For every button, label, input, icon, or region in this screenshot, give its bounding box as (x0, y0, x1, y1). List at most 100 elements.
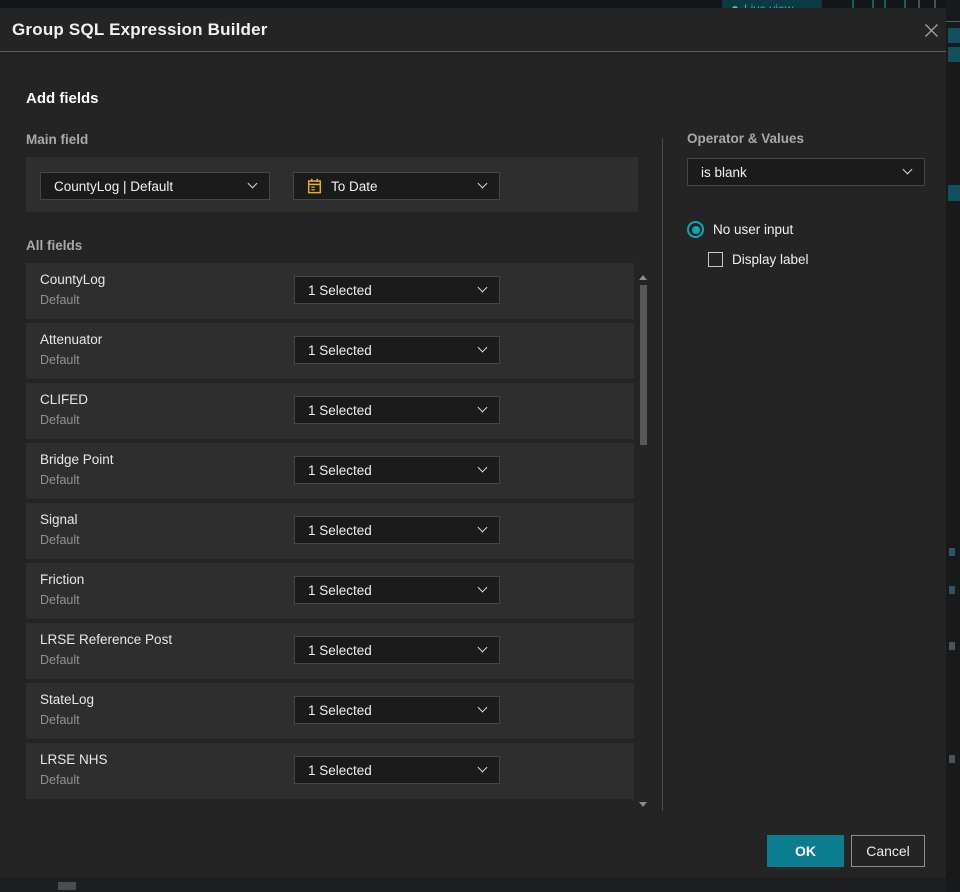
field-name: Signal (40, 512, 78, 527)
all-fields-list: CountyLog Default 1 Selected Attenuator … (26, 263, 634, 803)
chevron-down-icon (477, 582, 488, 593)
scroll-down-icon[interactable] (639, 802, 647, 807)
chevron-down-icon (902, 164, 913, 175)
column-divider (662, 138, 663, 811)
field-selected-value: 1 Selected (308, 642, 372, 658)
field-row: LRSE NHS Default 1 Selected (26, 743, 634, 799)
chevron-down-icon (247, 178, 258, 189)
field-row: Attenuator Default 1 Selected (26, 323, 634, 379)
close-icon (924, 23, 938, 37)
field-selected-value: 1 Selected (308, 582, 372, 598)
field-selected-dropdown[interactable]: 1 Selected (294, 516, 500, 544)
field-selected-dropdown[interactable]: 1 Selected (294, 276, 500, 304)
field-row: Friction Default 1 Selected (26, 563, 634, 619)
field-selected-dropdown[interactable]: 1 Selected (294, 636, 500, 664)
background-fragment (948, 47, 960, 62)
field-selected-value: 1 Selected (308, 702, 372, 718)
field-selected-dropdown[interactable]: 1 Selected (294, 696, 500, 724)
field-name: CountyLog (40, 272, 106, 287)
chevron-down-icon (477, 702, 488, 713)
background-fragment (949, 548, 955, 556)
field-row: CLIFED Default 1 Selected (26, 383, 634, 439)
field-selected-dropdown[interactable]: 1 Selected (294, 756, 500, 784)
scroll-up-icon[interactable] (639, 275, 647, 280)
background-toolbar-fragment (884, 0, 906, 8)
background-app-right-strip (946, 0, 960, 892)
field-type: Default (40, 593, 80, 607)
field-selected-value: 1 Selected (308, 522, 372, 538)
chevron-down-icon (477, 522, 488, 533)
field-selected-dropdown[interactable]: 1 Selected (294, 396, 500, 424)
chevron-down-icon (477, 342, 488, 353)
all-fields-label: All fields (26, 238, 83, 253)
field-type: Default (40, 293, 80, 307)
main-field-date-value: To Date (331, 178, 378, 194)
main-field-select-value: CountyLog | Default (54, 178, 174, 194)
display-label-label[interactable]: Display label (732, 252, 809, 267)
main-field-panel: CountyLog | Default To Date (26, 157, 638, 212)
live-view-toggle: Live view (722, 0, 822, 8)
chevron-down-icon (477, 462, 488, 473)
field-row: Signal Default 1 Selected (26, 503, 634, 559)
background-app-bottom-strip (0, 878, 946, 892)
main-field-date-select[interactable]: To Date (293, 172, 500, 200)
background-toolbar-fragment (918, 0, 936, 8)
field-row: LRSE Reference Post Default 1 Selected (26, 623, 634, 679)
field-row: CountyLog Default 1 Selected (26, 263, 634, 319)
field-name: Friction (40, 572, 85, 587)
field-name: Attenuator (40, 332, 103, 347)
field-type: Default (40, 773, 80, 787)
display-label-checkbox[interactable] (708, 252, 723, 267)
scrollbar-thumb[interactable] (640, 285, 647, 445)
add-fields-heading: Add fields (26, 90, 99, 107)
chevron-down-icon (477, 402, 488, 413)
radio-selected-dot-icon (691, 225, 700, 234)
field-name: LRSE NHS (40, 752, 108, 767)
no-user-input-label[interactable]: No user input (713, 222, 793, 237)
no-user-input-option[interactable]: No user input (687, 221, 793, 238)
field-name: StateLog (40, 692, 95, 707)
background-fragment (58, 882, 76, 890)
background-fragment (948, 185, 960, 201)
field-type: Default (40, 413, 80, 427)
main-field-label: Main field (26, 132, 89, 147)
field-name: Bridge Point (40, 452, 114, 467)
no-user-input-radio[interactable] (687, 221, 704, 238)
operator-select[interactable]: is blank (687, 158, 925, 186)
field-selected-value: 1 Selected (308, 462, 372, 478)
field-type: Default (40, 473, 80, 487)
dialog-title: Group SQL Expression Builder (12, 20, 268, 39)
chevron-down-icon (477, 282, 488, 293)
background-fragment (946, 21, 960, 22)
background-fragment (948, 28, 960, 43)
chevron-down-icon (477, 642, 488, 653)
close-button[interactable] (918, 17, 944, 43)
ok-button[interactable]: OK (767, 835, 844, 867)
calendar-icon (307, 178, 322, 194)
field-name: LRSE Reference Post (40, 632, 173, 647)
field-name: CLIFED (40, 392, 89, 407)
background-toolbar-fragment (852, 0, 874, 8)
background-fragment (949, 755, 955, 763)
field-selected-dropdown[interactable]: 1 Selected (294, 576, 500, 604)
field-type: Default (40, 713, 80, 727)
chevron-down-icon (477, 178, 488, 189)
field-row: StateLog Default 1 Selected (26, 683, 634, 739)
background-fragment (949, 586, 955, 594)
field-row: Bridge Point Default 1 Selected (26, 443, 634, 499)
cancel-button[interactable]: Cancel (851, 835, 925, 867)
operator-select-value: is blank (701, 164, 747, 180)
field-selected-value: 1 Selected (308, 342, 372, 358)
field-selected-value: 1 Selected (308, 762, 372, 778)
field-selected-dropdown[interactable]: 1 Selected (294, 456, 500, 484)
field-selected-dropdown[interactable]: 1 Selected (294, 336, 500, 364)
operator-values-label: Operator & Values (687, 131, 805, 146)
field-type: Default (40, 353, 80, 367)
main-field-select[interactable]: CountyLog | Default (40, 172, 270, 200)
chevron-down-icon (477, 762, 488, 773)
display-label-option[interactable]: Display label (708, 252, 809, 267)
background-fragment (949, 642, 955, 650)
fields-scrollbar[interactable] (636, 271, 650, 811)
field-selected-value: 1 Selected (308, 282, 372, 298)
background-app-strip: Live view (0, 0, 960, 8)
